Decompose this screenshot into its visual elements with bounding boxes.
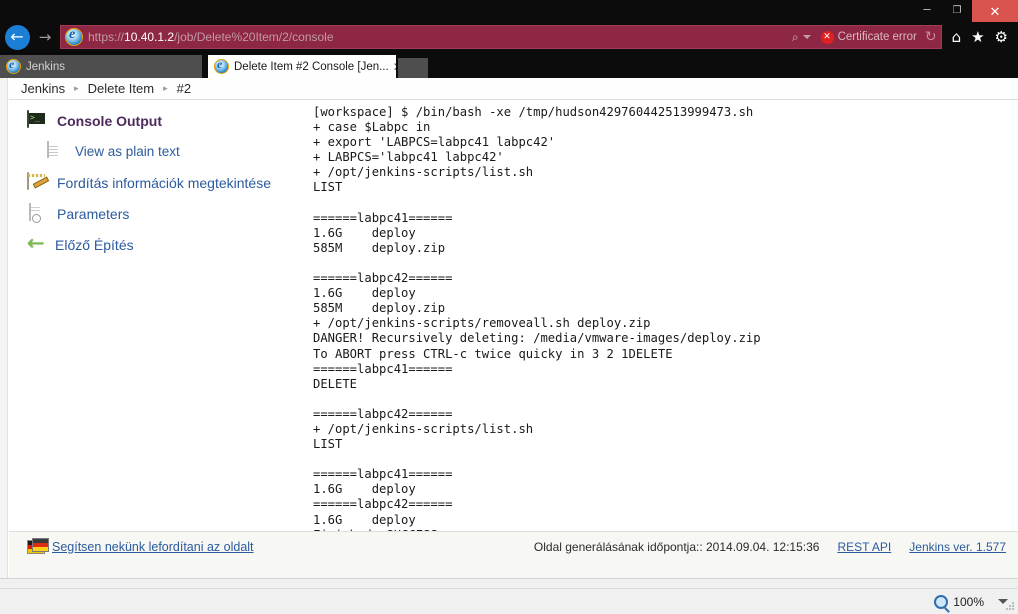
certificate-error-x-icon: ✕	[820, 30, 834, 44]
tab-label: Jenkins	[26, 60, 65, 73]
flag-icon	[27, 538, 49, 554]
back-arrow-icon: ←	[4, 24, 30, 50]
forward-button[interactable]: →	[32, 24, 58, 50]
url-host: 10.40.1.2	[124, 30, 175, 44]
notepad-pencil-icon	[27, 171, 49, 193]
tab-jenkins[interactable]: Jenkins	[0, 55, 202, 78]
sidebar: Console Output View as plain text Fordít…	[9, 101, 301, 578]
sidebar-item-label: Fordítás információk megtekintése	[57, 174, 271, 191]
page-footer: Segítsen nekünk lefordítani az oldalt Ol…	[9, 531, 1018, 578]
sidebar-item-label: View as plain text	[75, 144, 180, 159]
zoom-control[interactable]: 100%	[934, 594, 984, 609]
sidebar-item-label: Console Output	[57, 112, 162, 129]
close-button[interactable]: ✕	[972, 0, 1018, 22]
url-path: /job/Delete%20Item/2/console	[174, 30, 334, 44]
translate-page-label: Segítsen nekünk lefordítani az oldalt	[52, 540, 254, 554]
zoom-level-label: 100%	[953, 594, 984, 609]
internet-explorer-icon	[65, 27, 83, 46]
zoom-magnifier-icon	[934, 594, 949, 609]
page-footer-right-group: Oldal generálásának időpontja:: 2014.09.…	[534, 540, 1006, 554]
console-output-text: [workspace] $ /bin/bash -xe /tmp/hudson4…	[313, 105, 761, 542]
green-back-arrow-icon	[27, 231, 47, 255]
breadcrumb-item-delete-item[interactable]: Delete Item	[88, 81, 154, 96]
document-magnifier-icon	[27, 202, 49, 224]
favorites-star-icon[interactable]: ★	[971, 29, 984, 45]
sidebar-item-forditas-informaciok[interactable]: Fordítás információk megtekintése	[9, 167, 301, 198]
breadcrumb-separator-icon: ▸	[74, 83, 79, 94]
navigation-toolbar: ← → https://10.40.1.2/job/Delete%20Item/…	[0, 22, 1018, 52]
browser-status-bar: 100%	[0, 578, 1018, 614]
status-bar-inner: 100%	[0, 588, 1018, 614]
url-protocol: https://	[88, 30, 125, 44]
tab-label: Delete Item #2 Console [Jen...	[234, 60, 389, 73]
maximize-button[interactable]: ❐	[942, 0, 972, 22]
tab-strip: Jenkins Delete Item #2 Console [Jen... ✕	[0, 54, 1018, 78]
page-generated-timestamp: Oldal generálásának időpontja:: 2014.09.…	[533, 540, 820, 554]
sidebar-item-label: Parameters	[57, 205, 130, 222]
rest-api-link[interactable]: REST API	[837, 540, 891, 554]
tab-favicon-icon	[6, 57, 21, 74]
sidebar-item-label: Előző Építés	[55, 236, 134, 253]
back-button[interactable]: ←	[2, 24, 32, 50]
breadcrumb: Jenkins ▸ Delete Item ▸ #2	[9, 78, 1018, 100]
sidebar-item-parameters[interactable]: Parameters	[9, 198, 301, 229]
translate-page-link[interactable]: Segítsen nekünk lefordítani az oldalt	[27, 538, 254, 554]
page-footer-row: Segítsen nekünk lefordítani az oldalt Ol…	[9, 532, 1018, 562]
sidebar-item-console-output[interactable]: Console Output	[9, 105, 301, 136]
chevron-down-icon[interactable]	[802, 35, 811, 39]
new-tab-button[interactable]	[398, 58, 428, 78]
console-output-panel: [workspace] $ /bin/bash -xe /tmp/hudson4…	[301, 101, 1018, 578]
breadcrumb-separator-icon: ▸	[163, 83, 168, 94]
window-resize-grip[interactable]	[1005, 601, 1015, 611]
url-text: https://10.40.1.2/job/Delete%20Item/2/co…	[88, 30, 792, 44]
browser-window: – ❐ ✕ ← → https://10.40.1.2/job/Delete%2…	[0, 0, 1018, 614]
address-bar-right-group: ⌕ ✕ Certificate error ↻	[792, 29, 941, 45]
address-bar[interactable]: https://10.40.1.2/job/Delete%20Item/2/co…	[60, 25, 942, 49]
console-icon	[27, 109, 49, 131]
tab-delete-item-console[interactable]: Delete Item #2 Console [Jen... ✕	[208, 55, 396, 78]
minimize-button[interactable]: –	[912, 0, 942, 22]
sidebar-item-view-as-plain-text[interactable]: View as plain text	[9, 136, 301, 167]
tab-favicon-icon	[214, 57, 229, 74]
breadcrumb-item-jenkins[interactable]: Jenkins	[21, 81, 65, 96]
close-icon[interactable]: ✕	[389, 60, 396, 74]
breadcrumb-item-build-number[interactable]: #2	[177, 81, 191, 96]
certificate-error-label: Certificate error	[837, 31, 917, 43]
page-viewport: Jenkins ▸ Delete Item ▸ #2 Console Outpu…	[0, 78, 1018, 578]
gear-icon[interactable]: ⚙	[995, 29, 1008, 45]
document-icon	[45, 140, 67, 162]
browser-toolbar-icons: ⌂ ★ ⚙	[942, 29, 1018, 45]
refresh-icon[interactable]: ↻	[925, 29, 937, 45]
page-scrollbar[interactable]	[0, 78, 8, 578]
certificate-error-badge[interactable]: ✕ Certificate error	[820, 30, 917, 44]
home-icon[interactable]: ⌂	[952, 29, 962, 45]
sidebar-item-elozo-epites[interactable]: Előző Építés	[9, 229, 301, 260]
jenkins-version-link[interactable]: Jenkins ver. 1.577	[909, 540, 1006, 554]
search-icon[interactable]: ⌕	[792, 30, 799, 45]
title-bar: – ❐ ✕	[0, 0, 1018, 22]
